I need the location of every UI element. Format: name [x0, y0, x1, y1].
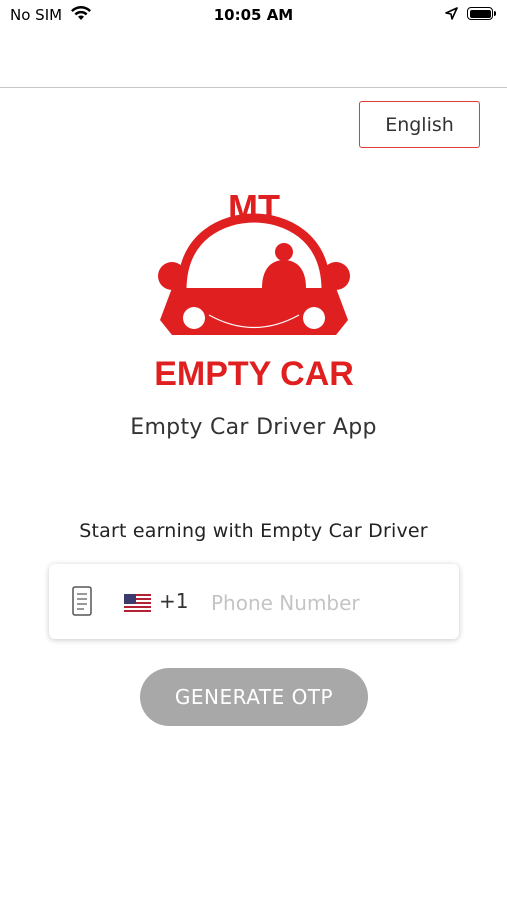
- tagline: Start earning with Empty Car Driver: [79, 520, 428, 542]
- country-code[interactable]: +1: [159, 589, 188, 613]
- us-flag-icon[interactable]: [124, 594, 151, 612]
- language-button[interactable]: English: [359, 101, 480, 148]
- phone-input-card: +1: [49, 564, 459, 639]
- location-arrow-icon: [445, 7, 458, 20]
- empty-car-logo: MT EMPTY CAR: [154, 187, 354, 390]
- document-icon: [72, 586, 92, 616]
- clock: 10:05 AM: [213, 6, 294, 24]
- logo-empty-car-text: EMPTY CAR: [154, 355, 354, 390]
- generate-otp-button[interactable]: GENERATE OTP: [140, 668, 368, 726]
- phone-number-input[interactable]: [209, 582, 443, 624]
- app-title: Empty Car Driver App: [130, 415, 377, 440]
- status-bar: No SIM 10:05 AM: [0, 0, 507, 32]
- battery-icon: [467, 7, 496, 20]
- nav-divider: [0, 87, 507, 88]
